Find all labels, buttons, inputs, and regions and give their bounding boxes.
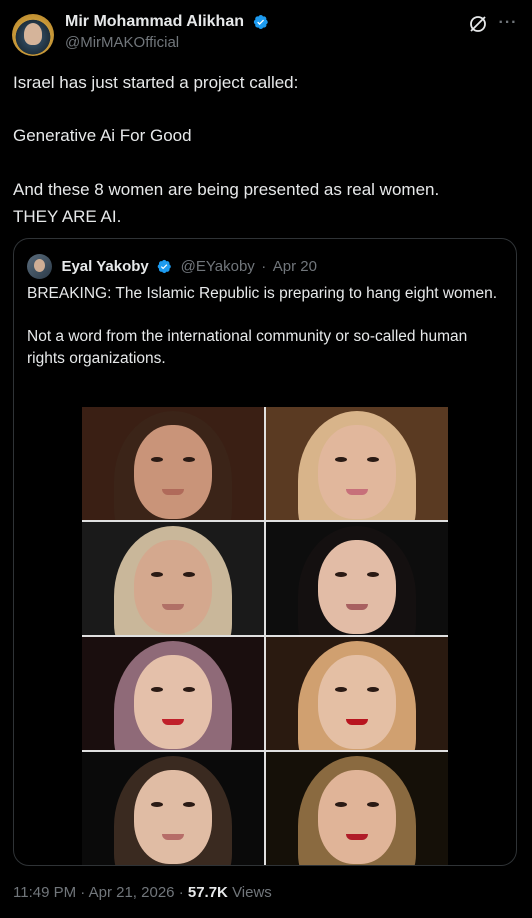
eye-shape [151,802,163,807]
grok-icon[interactable] [468,14,488,34]
quoted-author-avatar [27,254,52,279]
author-avatar[interactable] [12,14,54,56]
photo-3 [82,522,264,635]
tweet-time[interactable]: 11:49 PM [13,884,76,901]
meta-separator: · [80,884,86,901]
mouth-shape [346,834,368,840]
eye-shape [151,457,163,462]
quoted-date: Apr 20 [272,258,317,275]
mouth-shape [346,489,368,495]
views-label: Views [232,884,272,901]
quoted-author-name: Eyal Yakoby [61,258,149,275]
face-shape [134,425,212,519]
face-shape [134,655,212,749]
author-name-block: Mir Mohammad Alikhan @MirMAKOfficial [65,12,269,54]
author-display-name[interactable]: Mir Mohammad Alikhan [65,12,244,32]
tweet-meta: 11:49 PM · Apr 21, 2026 · 57.7K Views [13,884,272,901]
photo-5 [82,637,264,750]
eye-shape [151,572,163,577]
mouth-shape [162,489,184,495]
quoted-tweet-text: BREAKING: The Islamic Republic is prepar… [27,285,498,367]
eye-shape [335,802,347,807]
face-shape [318,770,396,864]
verified-badge-icon [254,15,269,29]
mouth-shape [162,834,184,840]
eye-shape [183,457,195,462]
photo-collage[interactable] [82,407,448,865]
mouth-shape [346,604,368,610]
meta-separator: · [178,884,184,901]
eye-shape [335,687,347,692]
more-options-icon[interactable]: ··· [497,14,519,34]
face-shape [318,425,396,519]
photo-2 [266,407,448,520]
eye-shape [335,457,347,462]
quoted-separator: · [261,258,267,275]
quoted-author-handle: @EYakoby [180,258,255,275]
eye-shape [367,457,379,462]
eye-shape [335,572,347,577]
photo-4 [266,522,448,635]
author-handle[interactable]: @MirMAKOfficial [65,32,269,54]
mouth-shape [162,719,184,725]
tweet-text: Israel has just started a project called… [13,73,440,226]
eye-shape [367,687,379,692]
face-shape [318,655,396,749]
eye-shape [183,802,195,807]
quoted-verified-badge-icon [157,259,172,274]
face-shape [318,540,396,634]
eye-shape [151,687,163,692]
photo-6 [266,637,448,750]
photo-1 [82,407,264,520]
photo-8 [266,752,448,865]
eye-shape [367,572,379,577]
eye-shape [183,687,195,692]
views-count: 57.7K [187,884,228,901]
mouth-shape [346,719,368,725]
tweet-header: Mir Mohammad Alikhan @MirMAKOfficial ··· [12,12,520,56]
eye-shape [367,802,379,807]
tweet-date[interactable]: Apr 21, 2026 [89,884,175,901]
face-shape [134,540,212,634]
quoted-tweet[interactable]: Eyal Yakoby @EYakoby · Apr 20 BREAKING: … [13,238,517,866]
quoted-tweet-header: Eyal Yakoby @EYakoby · Apr 20 [27,254,317,279]
face-shape [134,770,212,864]
eye-shape [183,572,195,577]
mouth-shape [162,604,184,610]
photo-7 [82,752,264,865]
